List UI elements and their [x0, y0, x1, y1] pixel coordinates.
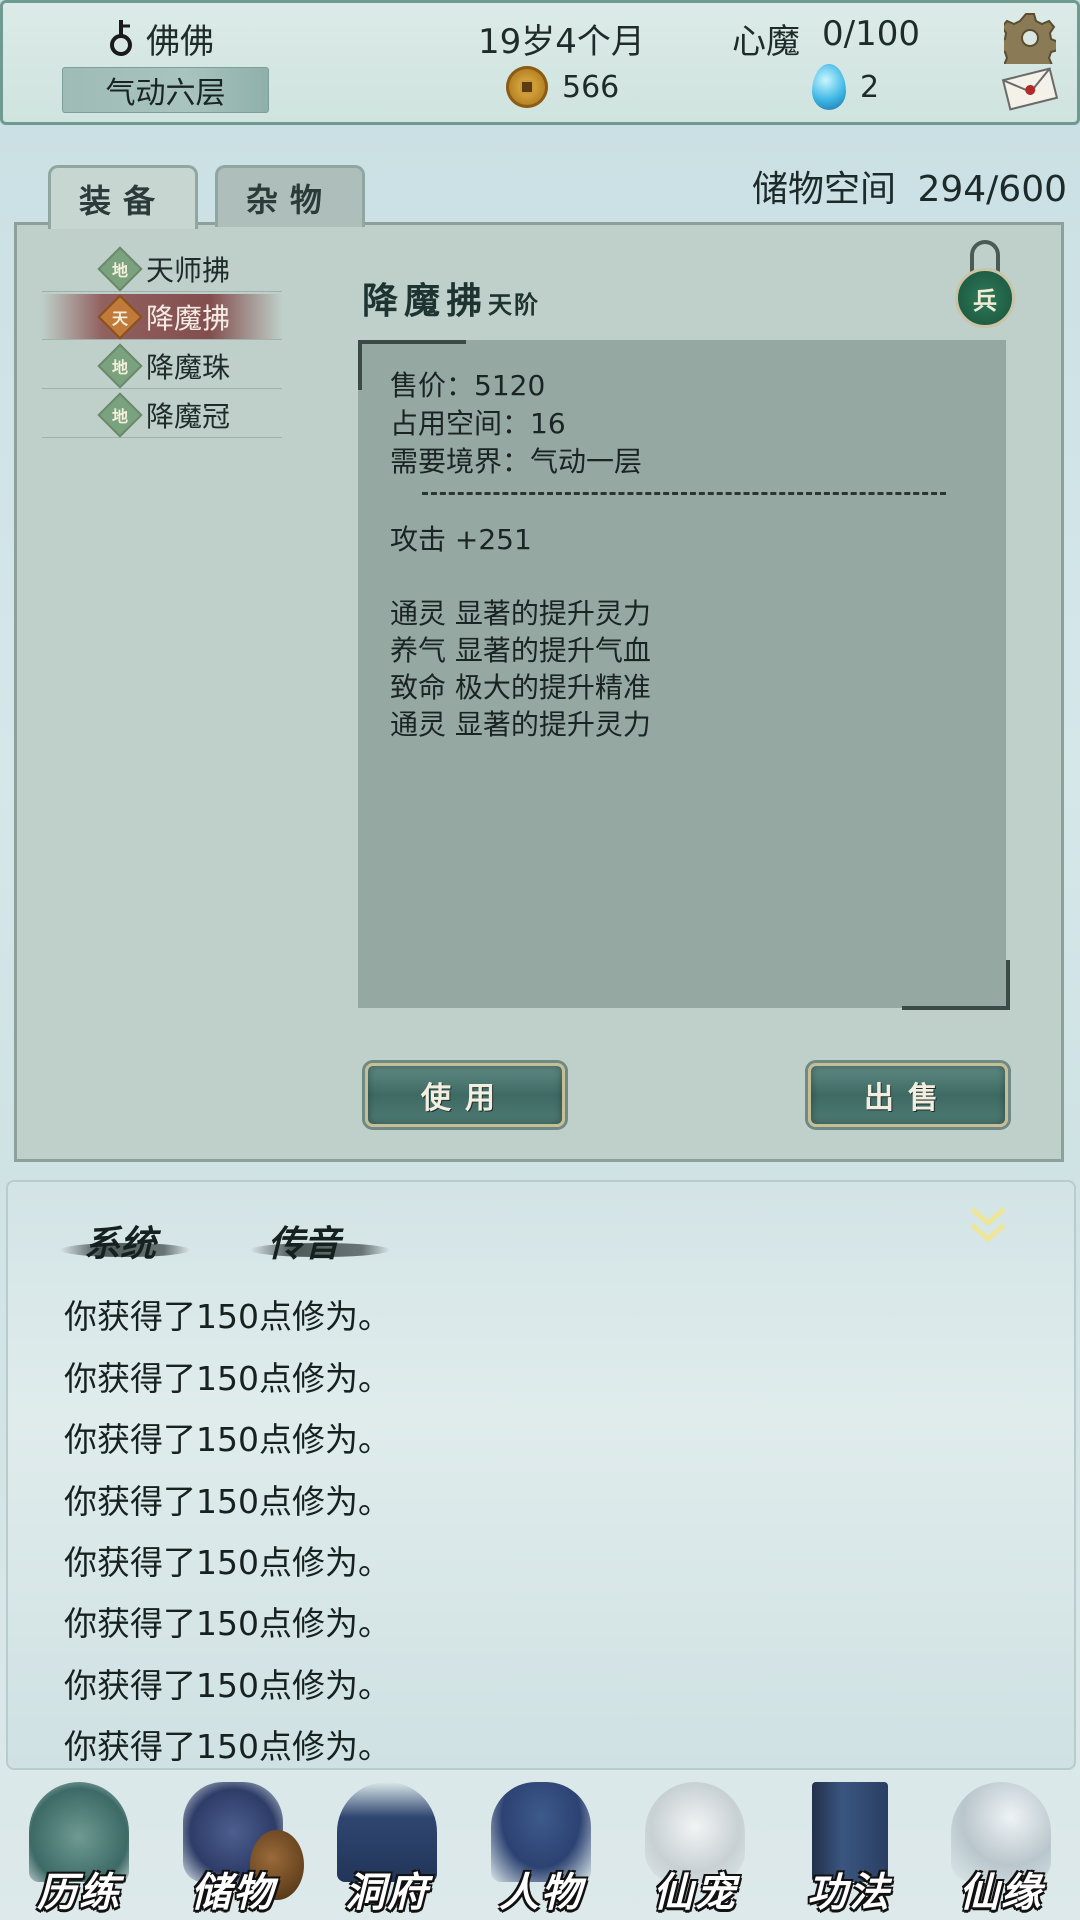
list-item-selected[interactable]: 天 降魔拂	[42, 293, 282, 340]
nav-label: 仙宠	[653, 1869, 737, 1916]
log-line: 你获得了150点修为。	[64, 1420, 391, 1459]
log-line: 你获得了150点修为。	[64, 1482, 391, 1521]
grade-earth-icon: 地	[97, 245, 143, 292]
list-item[interactable]: 地 降魔珠	[42, 342, 282, 389]
coin-icon	[506, 66, 548, 108]
grade-heaven-icon: 天	[97, 293, 143, 340]
log-tab-voice[interactable]: 传音	[268, 1215, 340, 1267]
grade-earth-icon: 地	[97, 391, 143, 438]
heart-demon-value: 0/100	[822, 14, 920, 54]
log-line: 你获得了150点修为。	[64, 1604, 391, 1643]
tab-misc[interactable]: 杂物	[215, 165, 365, 227]
list-item[interactable]: 地 天师拂	[42, 245, 282, 292]
item-space: 占用空间：16	[390, 407, 566, 440]
item-realm-requirement: 需要境界：气动一层	[390, 445, 643, 478]
item-effect: 通灵 显著的提升灵力	[390, 708, 651, 741]
nav-character[interactable]: 人物	[466, 1770, 616, 1920]
item-effect: 通灵 显著的提升灵力	[390, 597, 651, 630]
log-line: 你获得了150点修为。	[64, 1543, 391, 1582]
bottom-nav: 历练 储物 洞府 人物 仙宠 功法 仙缘	[0, 1770, 1080, 1920]
storage-space: 储物空间 294/600	[752, 160, 1067, 212]
nav-techniques[interactable]: 功法	[774, 1770, 924, 1920]
log-line: 你获得了150点修为。	[64, 1359, 391, 1398]
item-name: 降魔拂	[362, 280, 489, 322]
storage-label: 储物空间	[752, 169, 897, 210]
log-line: 你获得了150点修为。	[64, 1666, 391, 1705]
collapse-chevron-icon[interactable]	[968, 1205, 1008, 1245]
list-item-label: 降魔珠	[146, 350, 231, 384]
item-title: 降魔拂天阶	[362, 272, 540, 324]
item-grade: 天阶	[488, 290, 541, 319]
gender-icon	[108, 18, 134, 58]
realm-badge: 气动六层	[62, 67, 269, 113]
sell-button[interactable]: 出售	[808, 1063, 1008, 1127]
item-price: 售价：5120	[390, 369, 546, 402]
divider	[422, 492, 946, 495]
nav-label: 历练	[37, 1869, 121, 1916]
corner-ornament	[902, 960, 1010, 1010]
tab-equipment[interactable]: 装备	[48, 165, 198, 229]
storage-value: 294/600	[917, 169, 1068, 210]
weapon-type-badge: 兵	[955, 268, 1015, 328]
player-name: 佛佛	[146, 22, 214, 62]
grade-earth-icon: 地	[97, 342, 143, 389]
log-tab-system[interactable]: 系统	[84, 1215, 156, 1267]
nav-training[interactable]: 历练	[4, 1770, 154, 1920]
nav-cave[interactable]: 洞府	[312, 1770, 462, 1920]
settings-gear-icon[interactable]	[997, 12, 1059, 76]
coin-count: 566	[562, 70, 620, 105]
nav-label: 人物	[499, 1869, 583, 1916]
log-line: 你获得了150点修为。	[64, 1297, 391, 1336]
item-effect: 养气 显著的提升气血	[390, 634, 651, 667]
nav-label: 储物	[191, 1869, 275, 1916]
nav-pet[interactable]: 仙宠	[620, 1770, 770, 1920]
list-item-label: 降魔冠	[146, 399, 231, 433]
list-item-label: 降魔拂	[146, 301, 231, 335]
list-item[interactable]: 地 降魔冠	[42, 391, 282, 438]
nav-storage[interactable]: 储物	[158, 1770, 308, 1920]
nav-label: 功法	[807, 1869, 891, 1916]
item-effect: 致命 极大的提升精准	[390, 671, 651, 704]
use-button[interactable]: 使用	[365, 1063, 565, 1127]
item-attack: 攻击 +251	[390, 523, 532, 556]
gem-count: 2	[860, 70, 880, 105]
list-item-label: 天师拂	[146, 253, 231, 287]
heart-demon-label: 心魔	[732, 22, 800, 62]
age-text: 19岁4个月	[478, 22, 645, 62]
spirit-gem-icon	[812, 64, 846, 110]
nav-fate[interactable]: 仙缘	[926, 1770, 1076, 1920]
log-line: 你获得了150点修为。	[64, 1727, 391, 1766]
nav-label: 洞府	[345, 1869, 429, 1916]
mail-envelope-icon[interactable]	[1000, 66, 1060, 112]
nav-label: 仙缘	[959, 1869, 1043, 1916]
